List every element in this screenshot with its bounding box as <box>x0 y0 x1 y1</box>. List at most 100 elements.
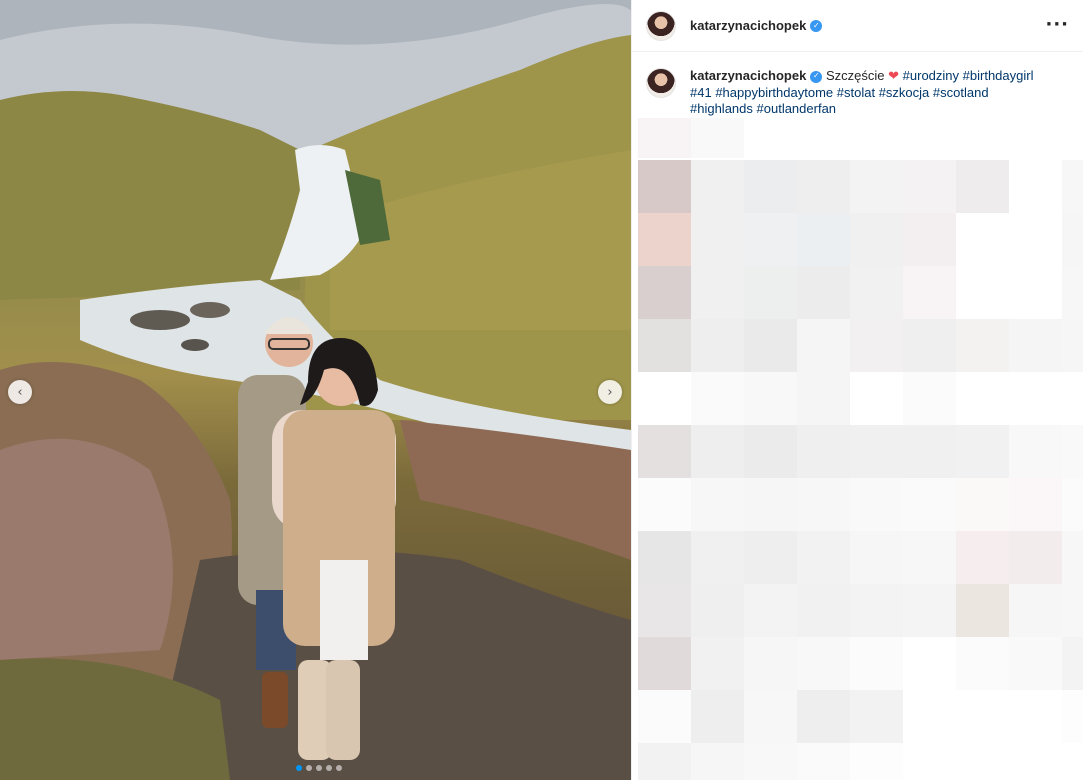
pixel-block <box>638 160 691 213</box>
carousel-dot <box>316 765 322 771</box>
pixel-block <box>1062 319 1083 372</box>
pixel-block <box>744 690 797 743</box>
pixel-block <box>956 372 1009 425</box>
pixel-block <box>638 213 691 266</box>
pixel-block <box>1062 213 1083 266</box>
pixel-block <box>956 160 1009 213</box>
pixelated-comments-top <box>638 118 744 158</box>
caption-author-avatar[interactable] <box>646 68 676 98</box>
pixel-block <box>797 372 850 425</box>
pixel-block <box>691 319 744 372</box>
hashtag[interactable]: #urodziny <box>903 68 959 83</box>
pixel-block <box>903 213 956 266</box>
pixel-block <box>744 266 797 319</box>
post-photo[interactable]: ‹ › <box>0 0 631 780</box>
pixel-block <box>1062 372 1083 425</box>
pixel-block <box>691 478 744 531</box>
hashtag[interactable]: #highlands <box>690 101 753 116</box>
pixel-block <box>691 372 744 425</box>
pixel-block <box>638 690 691 743</box>
author-avatar[interactable] <box>646 10 676 41</box>
hashtag[interactable]: #happybirthdaytome <box>715 85 833 100</box>
pixel-block <box>903 637 956 690</box>
hashtag[interactable]: #stolat <box>837 85 875 100</box>
pixel-block <box>691 425 744 478</box>
pixel-block <box>797 743 850 780</box>
pixel-block <box>1009 584 1062 637</box>
pixel-block <box>956 690 1009 743</box>
pixelated-comments <box>638 160 1083 780</box>
pixel-block <box>850 637 903 690</box>
pixel-block <box>903 743 956 780</box>
carousel-dot <box>306 765 312 771</box>
pixel-block <box>744 160 797 213</box>
more-options-icon[interactable]: ··· <box>1045 14 1069 35</box>
pixel-block <box>691 213 744 266</box>
hashtag[interactable]: #szkocja <box>879 85 930 100</box>
pixel-block <box>691 584 744 637</box>
caption-row: katarzynacichopek ✓ Szczęście ❤ #urodziny… <box>632 52 1083 118</box>
pixel-block <box>691 743 744 780</box>
hashtag[interactable]: #scotland <box>933 85 989 100</box>
pixel-block <box>850 213 903 266</box>
pixel-block <box>797 584 850 637</box>
pixel-block <box>1062 425 1083 478</box>
pixel-block <box>956 584 1009 637</box>
pixel-block <box>1009 743 1062 780</box>
hashtag[interactable]: #birthdaygirl <box>963 68 1034 83</box>
hashtag[interactable]: #41 <box>690 85 712 100</box>
verified-badge-icon: ✓ <box>810 19 823 32</box>
pixel-block <box>797 531 850 584</box>
pixel-block <box>956 266 1009 319</box>
pixel-block <box>903 160 956 213</box>
carousel-dot <box>336 765 342 771</box>
pixel-block <box>1062 637 1083 690</box>
pixel-block <box>1062 160 1083 213</box>
carousel-prev-button[interactable]: ‹ <box>8 380 32 404</box>
post-header: katarzynacichopek ✓ ··· <box>632 0 1083 52</box>
pixel-block <box>903 531 956 584</box>
pixel-block <box>797 319 850 372</box>
chevron-left-icon: ‹ <box>17 384 23 400</box>
caption-username[interactable]: katarzynacichopek <box>690 68 806 83</box>
pixel-block <box>797 266 850 319</box>
pixel-block <box>1009 372 1062 425</box>
caption-text: katarzynacichopek ✓ Szczęście ❤ #urodziny… <box>690 68 1050 118</box>
landscape-photo <box>0 0 631 780</box>
pixel-block <box>691 266 744 319</box>
pixel-block <box>956 531 1009 584</box>
pixel-block <box>744 584 797 637</box>
pixel-block <box>850 160 903 213</box>
post-side-panel: katarzynacichopek ✓ ··· katarzynacichope… <box>631 0 1083 780</box>
pixel-block <box>691 637 744 690</box>
pixel-block <box>638 478 691 531</box>
pixel-block <box>1009 319 1062 372</box>
pixel-block <box>1009 425 1062 478</box>
carousel-indicator <box>296 765 342 771</box>
hashtag[interactable]: #outlanderfan <box>757 101 837 116</box>
carousel-dot <box>296 765 302 771</box>
pixel-block <box>1009 531 1062 584</box>
pixel-block <box>850 425 903 478</box>
pixel-block <box>744 531 797 584</box>
pixel-block <box>1062 690 1083 743</box>
pixel-block <box>903 266 956 319</box>
author-username[interactable]: katarzynacichopek <box>690 18 806 33</box>
pixel-block <box>956 743 1009 780</box>
pixel-block <box>638 637 691 690</box>
heart-emoji-icon: ❤ <box>888 68 900 83</box>
pixel-block <box>638 372 691 425</box>
pixel-block <box>744 213 797 266</box>
pixel-block <box>956 425 1009 478</box>
pixel-block <box>1009 266 1062 319</box>
pixel-block <box>850 531 903 584</box>
chevron-right-icon: › <box>607 384 613 400</box>
pixel-block <box>850 690 903 743</box>
carousel-next-button[interactable]: › <box>598 380 622 404</box>
pixel-block <box>691 160 744 213</box>
pixel-block <box>744 637 797 690</box>
pixel-block <box>1009 637 1062 690</box>
pixel-block <box>797 160 850 213</box>
pixel-block <box>903 425 956 478</box>
pixel-block <box>744 319 797 372</box>
